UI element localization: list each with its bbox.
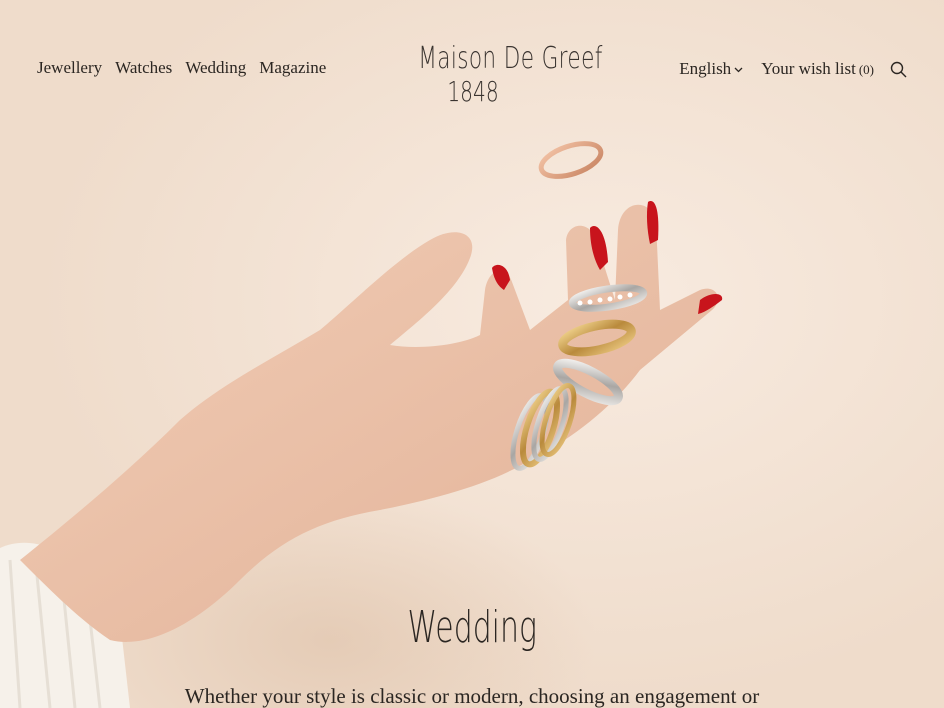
wishlist-label: Your wish list [761,58,856,78]
nav-link-watches[interactable]: Watches [115,58,172,78]
utility-navigation: English Your wish list (0) [679,58,908,79]
language-label: English [679,58,732,78]
site-logo[interactable]: Maison De Greef 1848 [397,41,603,108]
page-title: Wedding [0,602,944,653]
hand [20,204,719,642]
nav-link-jewellery[interactable]: Jewellery [37,58,102,78]
page-title-text: Wedding [407,602,537,653]
language-selector[interactable]: English [679,59,743,79]
logo-name: Maison De Greef [418,41,603,76]
wishlist-count: (0) [858,61,874,77]
search-icon[interactable] [890,61,908,79]
ring [538,141,604,179]
intro-text: Whether your style is classic or modern,… [184,684,760,708]
nav-link-magazine[interactable]: Magazine [259,58,326,78]
main-navigation: Jewellery Watches Wedding Magazine [37,58,326,78]
nav-link-wedding[interactable]: Wedding [185,58,246,78]
wishlist-link[interactable]: Your wish list (0) [761,59,874,79]
chevron-down-icon [734,67,743,72]
logo-year: 1848 [447,75,499,108]
